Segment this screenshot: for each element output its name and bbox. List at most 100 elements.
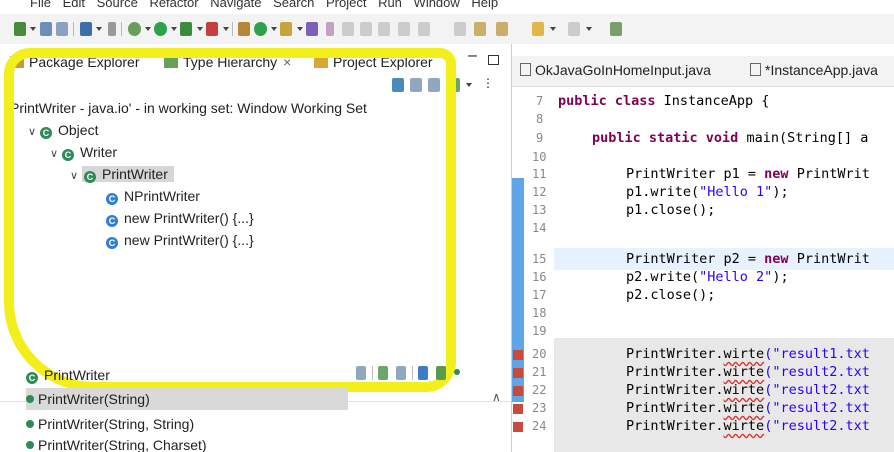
terminal-icon[interactable]: [80, 22, 92, 36]
public-icon[interactable]: [454, 369, 460, 375]
member-item[interactable]: PrintWriter(String, Charset): [26, 438, 207, 452]
menu-file[interactable]: File: [30, 0, 51, 10]
error-marker-icon[interactable]: [513, 350, 523, 360]
maximize-icon[interactable]: [488, 48, 499, 72]
menu-run[interactable]: Run: [378, 0, 402, 10]
tree-item-object[interactable]: ∨ C Object: [28, 120, 98, 140]
tree-item-printwriter[interactable]: ∨ C PrintWriter: [70, 164, 174, 184]
close-icon[interactable]: ×: [283, 54, 291, 70]
minimize-icon[interactable]: –: [468, 44, 477, 68]
hide-static-icon[interactable]: [436, 366, 446, 380]
member-item[interactable]: PrintWriter(String, String): [26, 414, 194, 434]
save-all-icon[interactable]: [56, 22, 68, 36]
error-marker-icon[interactable]: [513, 386, 523, 396]
menu-edit[interactable]: Edit: [63, 0, 85, 10]
menu-project[interactable]: Project: [326, 0, 366, 10]
code-text: PrintWriter.: [626, 346, 724, 362]
chevron-down-icon[interactable]: ∨: [50, 144, 62, 164]
search-icon[interactable]: [108, 22, 116, 36]
code-line[interactable]: p1.write("Hello 1");: [626, 184, 789, 200]
code-line[interactable]: p1.close();: [626, 202, 715, 218]
tree-item-writer[interactable]: ∨ C Writer: [50, 142, 117, 162]
code-line[interactable]: PrintWriter.wirte("result1.txt: [626, 346, 870, 362]
tree-item-anonymous-1[interactable]: Cnew PrintWriter() {...}: [106, 208, 254, 228]
new-icon[interactable]: [14, 22, 26, 36]
chevron-down-icon[interactable]: [96, 27, 102, 31]
tree-item-nprintwriter[interactable]: C NPrintWriter: [106, 186, 200, 206]
menu-source[interactable]: Source: [97, 0, 138, 10]
layout-icon[interactable]: [448, 78, 460, 92]
code-line[interactable]: public static void main(String[] a: [592, 130, 868, 146]
back-icon[interactable]: [474, 22, 486, 36]
next-edit-icon[interactable]: [568, 22, 580, 36]
chevron-down-icon[interactable]: [30, 27, 36, 31]
perspective-icon[interactable]: [610, 22, 622, 36]
menu-refactor[interactable]: Refactor: [149, 0, 198, 10]
code-line[interactable]: PrintWriter.wirte("result2.txt: [626, 400, 870, 416]
code-line[interactable]: public class InstanceApp {: [558, 93, 769, 109]
tab-type-hierarchy[interactable]: Type Hierarchy ×: [164, 50, 291, 74]
new-package-icon[interactable]: [238, 22, 250, 36]
chevron-down-icon[interactable]: ∨: [70, 166, 82, 186]
tree-label: Object: [58, 122, 99, 138]
menu-search[interactable]: Search: [273, 0, 314, 10]
chevron-down-icon[interactable]: [586, 27, 592, 31]
code-line[interactable]: PrintWriter p1 = new PrintWrit: [626, 166, 870, 182]
subtype-icon[interactable]: [428, 78, 440, 92]
lock-view-icon[interactable]: [356, 366, 366, 380]
supertype-icon[interactable]: [410, 78, 422, 92]
prev-edit-icon[interactable]: [532, 22, 544, 36]
sort-icon[interactable]: [396, 366, 406, 380]
code-line[interactable]: PrintWriter.wirte("result2.txt: [626, 364, 870, 380]
code-line[interactable]: PrintWriter p2 = new PrintWrit: [626, 251, 870, 267]
editor-tab-okjava[interactable]: OkJavaGoInHomeInput.java: [520, 62, 711, 78]
toolbar-separator: [372, 366, 373, 380]
type-hierarchy-icon[interactable]: [392, 78, 404, 92]
error-marker-icon[interactable]: [513, 404, 523, 414]
code-line[interactable]: PrintWriter.wirte("result2.txt: [626, 418, 870, 434]
open-type-icon[interactable]: [280, 22, 292, 36]
code-line[interactable]: p2.close();: [626, 287, 715, 303]
class-icon: C: [26, 372, 38, 384]
disabled-icon: [342, 22, 354, 36]
new-class-icon[interactable]: [254, 22, 267, 36]
forward-icon[interactable]: [496, 22, 508, 36]
chevron-down-icon[interactable]: [550, 27, 556, 31]
view-menu-icon[interactable]: ⋮: [482, 76, 494, 90]
show-inherited-icon[interactable]: [378, 366, 388, 380]
string-literal: ("result2.txt: [764, 364, 870, 380]
chevron-down-icon[interactable]: [171, 27, 177, 31]
hierarchy-icon: [164, 56, 178, 68]
toolbar-separator: [121, 22, 122, 36]
error-marker-icon[interactable]: [513, 368, 523, 378]
chevron-down-icon[interactable]: [466, 83, 472, 87]
chevron-down-icon[interactable]: [197, 27, 203, 31]
editor-tab-instanceapp[interactable]: *InstanceApp.java: [750, 62, 878, 78]
hide-fields-icon[interactable]: [418, 366, 428, 380]
chevron-down-icon[interactable]: [223, 27, 229, 31]
member-item[interactable]: PrintWriter(String): [26, 388, 348, 410]
external-tools-icon[interactable]: [206, 22, 218, 36]
menu-navigate[interactable]: Navigate: [210, 0, 261, 10]
tab-package-explorer[interactable]: Package Explorer: [10, 50, 140, 74]
menu-help[interactable]: Help: [471, 0, 498, 10]
run-config-icon[interactable]: [180, 22, 192, 36]
scroll-up-icon[interactable]: ∧: [492, 390, 501, 404]
error-marker-icon[interactable]: [513, 422, 523, 432]
task-icon[interactable]: [306, 22, 318, 36]
menu-window[interactable]: Window: [414, 0, 460, 10]
code-line[interactable]: PrintWriter.wirte("result2.txt: [626, 382, 870, 398]
chevron-down-icon[interactable]: [297, 27, 303, 31]
code-line[interactable]: p2.write("Hello 2");: [626, 269, 789, 285]
tab-project-explorer[interactable]: Project Explorer: [314, 50, 433, 74]
chevron-down-icon[interactable]: [145, 27, 151, 31]
save-icon[interactable]: [40, 22, 52, 36]
line-number: 20: [532, 347, 547, 361]
debug-icon[interactable]: [128, 22, 141, 36]
tree-item-anonymous-2[interactable]: Cnew PrintWriter() {...}: [106, 230, 254, 250]
pin-icon[interactable]: [326, 22, 334, 36]
chevron-down-icon[interactable]: ∨: [28, 122, 40, 142]
chevron-down-icon[interactable]: [271, 27, 277, 31]
run-icon[interactable]: [154, 22, 167, 36]
line-number: 15: [532, 252, 547, 266]
